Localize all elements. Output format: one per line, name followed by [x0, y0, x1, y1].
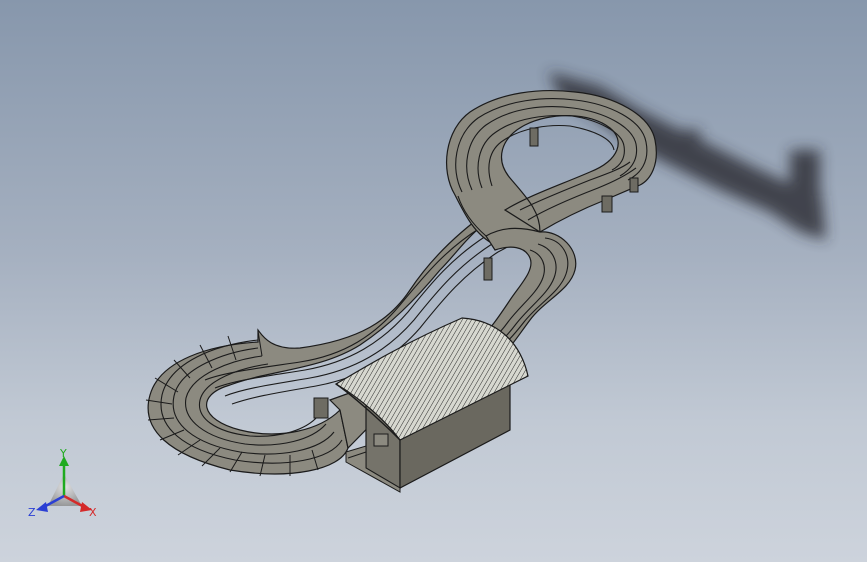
pillar-2	[601, 195, 613, 213]
pillar-4	[483, 257, 493, 281]
orientation-triad[interactable]: Y X Z	[26, 448, 106, 524]
axis-z-label: Z	[28, 506, 36, 519]
pillar-1	[529, 127, 539, 147]
track-model[interactable]	[0, 0, 867, 562]
axis-y-label: Y	[60, 447, 67, 460]
station-door	[373, 433, 389, 447]
graphics-viewport[interactable]: Y X Z	[0, 0, 867, 562]
pillar-3	[629, 177, 639, 193]
pillar-5	[313, 397, 329, 419]
axis-x-label: X	[89, 506, 97, 519]
